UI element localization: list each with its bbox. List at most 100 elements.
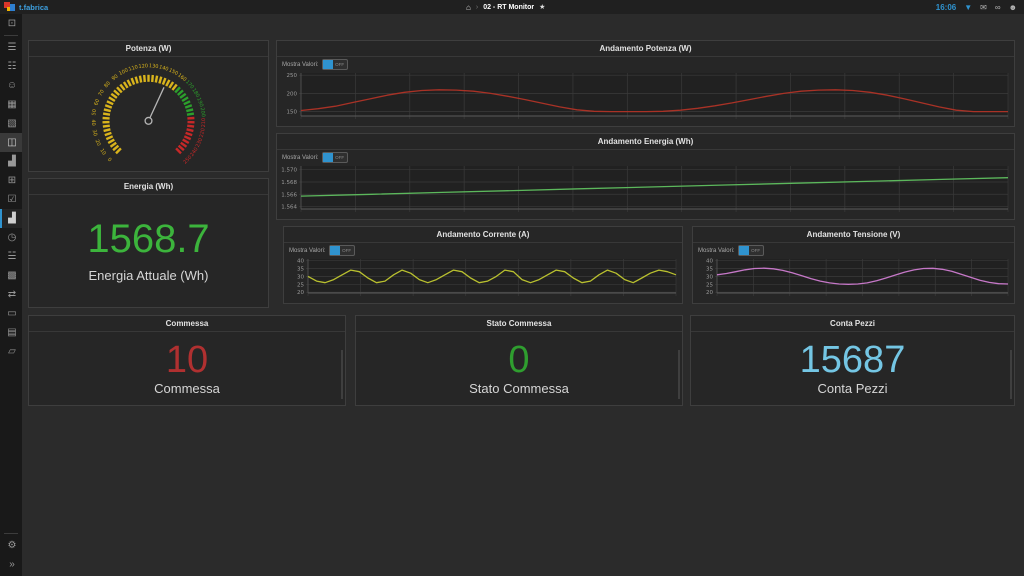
scrollbar[interactable] (1010, 350, 1012, 399)
energia-value: 1568.7 (87, 219, 209, 259)
panel-andamento-energia: Andamento Energia (Wh) Mostra Valori: OF… (276, 133, 1015, 220)
sidebar-item-grid[interactable]: ⊞ (0, 171, 22, 190)
scrollbar[interactable] (678, 350, 680, 399)
svg-text:40: 40 (297, 259, 304, 265)
svg-text:1.570: 1.570 (281, 168, 297, 174)
svg-text:200: 200 (199, 107, 206, 117)
app-logo[interactable]: t.fabrica (0, 2, 48, 13)
toggle-knob (330, 246, 340, 255)
mostra-valori-toggle[interactable]: OFF (738, 245, 764, 256)
breadcrumb-page[interactable]: 02 - RT Monitor (483, 4, 534, 11)
logo-icon (4, 2, 15, 13)
svg-text:130: 130 (149, 63, 159, 70)
filter-icon[interactable]: ▼ (964, 3, 972, 12)
delivery-icon: ▱ (8, 346, 16, 357)
clock-label: 16:06 (936, 3, 956, 12)
mostra-valori-control: Mostra Valori: OFF (698, 245, 764, 256)
toggle-knob (323, 60, 333, 69)
panel-title: Andamento Potenza (W) (277, 41, 1014, 57)
potenza-line-chart: 150200250 (280, 70, 1011, 124)
panel-title: Conta Pezzi (691, 316, 1014, 332)
corrente-line-chart: 2025303540 (287, 256, 679, 301)
svg-text:90: 90 (111, 73, 120, 82)
mostra-valori-toggle[interactable]: OFF (329, 245, 355, 256)
svg-text:190: 190 (195, 97, 204, 108)
svg-text:20: 20 (297, 290, 304, 296)
sidebar-divider (4, 35, 18, 36)
toggle-state: OFF (340, 248, 354, 253)
rt-monitor-icon: ▟ (8, 213, 16, 224)
sidebar-item-document[interactable]: ▤ (0, 323, 22, 342)
svg-text:0: 0 (106, 157, 112, 163)
sidebar-item-checklist[interactable]: ☑ (0, 190, 22, 209)
sidebar-item-clock[interactable]: ◷ (0, 228, 22, 247)
svg-text:220: 220 (199, 128, 207, 139)
users-icon: ☷ (8, 61, 17, 72)
svg-text:250: 250 (287, 73, 298, 79)
user-icon[interactable]: ☻ (1009, 3, 1017, 12)
toggle-state: OFF (333, 62, 347, 67)
sidebar-item-user[interactable]: ☺ (0, 76, 22, 95)
panel-andamento-corrente: Andamento Corrente (A) Mostra Valori: OF… (283, 226, 683, 304)
svg-text:10: 10 (98, 148, 107, 157)
sidebar-item-hierarchy[interactable]: ☱ (0, 247, 22, 266)
svg-text:150: 150 (287, 110, 298, 116)
sidebar-item-presentation[interactable]: ◫ (0, 133, 22, 152)
home-icon[interactable]: ⌂ (466, 3, 471, 12)
tensione-line-chart: 2025303540 (696, 256, 1011, 301)
sidebar-item-rt-monitor[interactable]: ▟ (0, 209, 22, 228)
stato-commessa-label: Stato Commessa (469, 381, 569, 396)
potenza-gauge: 0102030405060708090100110120130140150160… (29, 57, 268, 171)
svg-text:25: 25 (706, 282, 713, 288)
energia-label: Energia Attuale (Wh) (89, 268, 209, 283)
svg-text:210: 210 (201, 118, 207, 128)
mostra-valori-toggle[interactable]: OFF (322, 152, 348, 163)
sidebar-item-expand[interactable]: » (0, 555, 22, 574)
sidebar-item-users[interactable]: ☷ (0, 57, 22, 76)
checklist-icon: ☑ (8, 194, 17, 205)
presentation-icon: ◫ (7, 137, 16, 148)
panel-title: Commessa (29, 316, 345, 332)
svg-text:1.566: 1.566 (281, 192, 297, 198)
sidebar-item-monitor[interactable]: ⊡ (0, 14, 22, 33)
media-icon: ▧ (7, 118, 16, 129)
topbar-actions: 16:06 ▼ ✉ ∞ ☻ (936, 3, 1024, 12)
breadcrumb-separator: › (476, 4, 478, 11)
toggle-knob (323, 153, 333, 162)
logo-text: t.fabrica (19, 3, 48, 12)
transfer-icon: ⇄ (8, 289, 16, 300)
panel-title: Stato Commessa (356, 316, 682, 332)
mostra-valori-toggle[interactable]: OFF (322, 59, 348, 70)
link-icon[interactable]: ∞ (995, 3, 1001, 12)
panel-title: Potenza (W) (29, 41, 268, 57)
conta-pezzi-label: Conta Pezzi (817, 381, 887, 396)
favorite-icon[interactable]: ★ (539, 3, 545, 11)
svg-text:25: 25 (297, 282, 304, 288)
sidebar-item-table[interactable]: ▩ (0, 266, 22, 285)
mail-icon[interactable]: ✉ (980, 3, 987, 12)
toggle-knob (739, 246, 749, 255)
svg-text:30: 30 (91, 129, 98, 137)
sidebar-item-delivery[interactable]: ▱ (0, 342, 22, 361)
sidebar-item-media[interactable]: ▧ (0, 114, 22, 133)
database-icon: ☰ (8, 42, 17, 53)
sidebar-item-bar-chart[interactable]: ▟ (0, 152, 22, 171)
sidebar-item-transfer[interactable]: ⇄ (0, 285, 22, 304)
toggle-label: Mostra Valori: (282, 155, 319, 161)
svg-text:40: 40 (90, 119, 96, 126)
expand-icon: » (9, 559, 15, 570)
svg-text:70: 70 (97, 89, 105, 98)
sidebar-item-settings[interactable]: ⚙ (0, 536, 22, 555)
grid-icon: ⊞ (8, 175, 16, 186)
top-bar: t.fabrica ⌂ › 02 - RT Monitor ★ 16:06 ▼ … (0, 0, 1024, 14)
sidebar-divider (4, 533, 18, 534)
sidebar-item-calendar[interactable]: ▦ (0, 95, 22, 114)
svg-text:230: 230 (195, 137, 204, 148)
scrollbar[interactable] (341, 350, 343, 399)
conta-pezzi-value: 15687 (800, 341, 906, 379)
panel-potenza-gauge: Potenza (W) 0102030405060708090100110120… (28, 40, 269, 172)
sidebar-item-truck[interactable]: ▭ (0, 304, 22, 323)
sidebar-item-database[interactable]: ☰ (0, 38, 22, 57)
toggle-label: Mostra Valori: (698, 248, 735, 254)
toggle-label: Mostra Valori: (289, 248, 326, 254)
